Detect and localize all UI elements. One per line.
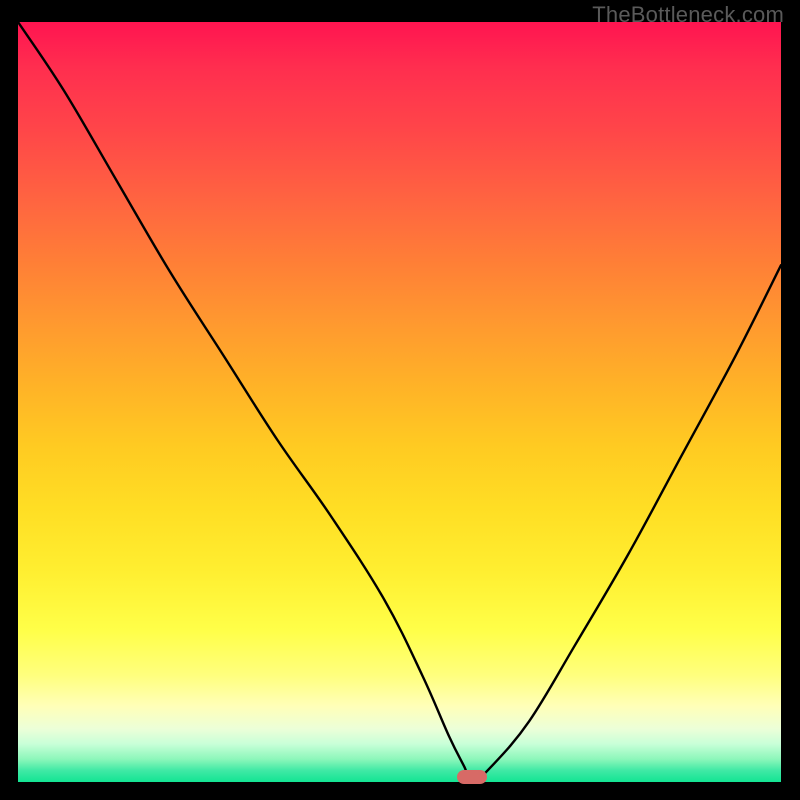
watermark-text: TheBottleneck.com xyxy=(592,2,784,28)
optimal-point-marker xyxy=(457,770,487,784)
chart-frame: TheBottleneck.com xyxy=(0,0,800,800)
plot-area xyxy=(18,22,781,782)
bottleneck-curve xyxy=(18,22,781,782)
